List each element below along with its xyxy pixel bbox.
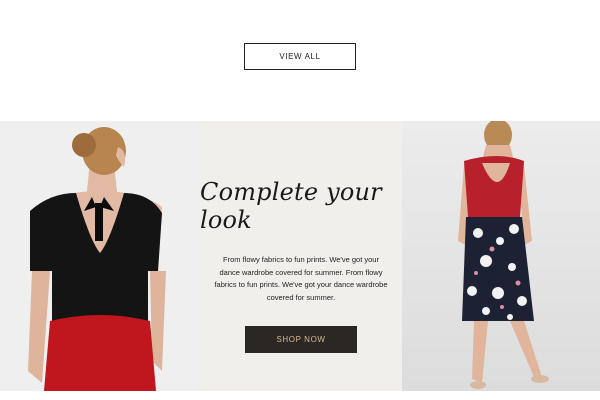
- shop-now-button[interactable]: SHOP NOW: [245, 326, 357, 353]
- promo-band: Complete your look From flowy fabrics to…: [0, 121, 600, 391]
- promo-image-right: [402, 121, 600, 391]
- promo-text-panel: Complete your look From flowy fabrics to…: [200, 121, 402, 391]
- view-all-button[interactable]: VIEW ALL: [244, 43, 356, 70]
- promo-headline: Complete your look: [200, 178, 382, 234]
- promo-image-left: [0, 121, 200, 391]
- model-floral-skirt-illustration: [402, 121, 600, 391]
- model-black-top-illustration: [0, 121, 200, 391]
- promo-body-text: From flowy fabrics to fun prints. We've …: [214, 255, 388, 302]
